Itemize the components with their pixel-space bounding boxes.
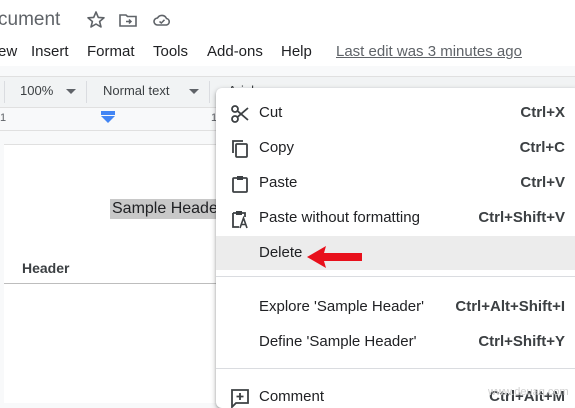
star-icon[interactable] — [86, 10, 106, 30]
zoom-caret-icon[interactable] — [66, 89, 76, 94]
document-title[interactable]: cument — [0, 9, 60, 31]
menu-item-label: Paste without formatting — [259, 209, 420, 226]
copy-icon — [232, 140, 248, 158]
watermark: www.deuaq.com — [488, 386, 569, 398]
menu-item-label: Cut — [259, 104, 283, 121]
menu-item-label: Explore 'Sample Header' — [259, 298, 424, 315]
menu-format[interactable]: Format — [87, 43, 135, 60]
style-select[interactable]: Normal text — [103, 83, 169, 98]
menu-item-label: Copy — [259, 139, 295, 156]
menu-item-shortcut: Ctrl+Shift+Y — [478, 333, 565, 350]
menu-item-shortcut: Ctrl+C — [519, 139, 565, 156]
last-edit-link[interactable]: Last edit was 3 minutes ago — [336, 43, 522, 60]
menu-item-shortcut: Ctrl+Shift+V — [478, 209, 565, 226]
menu-add-ons[interactable]: Add-ons — [207, 43, 263, 60]
toolbar-divider — [4, 81, 5, 103]
clipboard-icon — [232, 176, 248, 193]
menu-help[interactable]: Help — [281, 43, 312, 60]
indent-marker-icon[interactable] — [100, 110, 116, 124]
menu-tools[interactable]: Tools — [153, 43, 188, 60]
context-menu: Cut Ctrl+X Copy Ctrl+C Paste Ctrl+V Past… — [216, 88, 575, 408]
header-label: Header — [22, 260, 70, 276]
style-caret-icon[interactable] — [189, 89, 199, 94]
toolbar-divider — [86, 81, 87, 103]
menu-divider — [216, 368, 575, 369]
title-bar: cument — [0, 0, 575, 40]
toolbar-divider — [209, 81, 210, 103]
menu-item-define[interactable]: Define 'Sample Header' Ctrl+Shift+Y — [216, 325, 575, 359]
menu-item-paste-without-formatting[interactable]: Paste without formatting Ctrl+Shift+V — [216, 201, 575, 235]
menu-item-shortcut: Ctrl+Alt+Shift+I — [455, 298, 565, 315]
menu-insert[interactable]: Insert — [31, 43, 69, 60]
menu-divider — [216, 276, 575, 277]
add-comment-icon — [231, 389, 249, 408]
selected-text[interactable]: Sample Header — [110, 199, 226, 219]
menu-item-delete[interactable]: Delete — [216, 236, 575, 270]
menu-bar: ew Insert Format Tools Add-ons Help Last… — [0, 40, 575, 66]
red-arrow-annotation — [307, 246, 362, 268]
menu-item-label: Define 'Sample Header' — [259, 333, 417, 350]
menu-item-paste[interactable]: Paste Ctrl+V — [216, 166, 575, 200]
menu-item-explore[interactable]: Explore 'Sample Header' Ctrl+Alt+Shift+I — [216, 290, 575, 324]
paste-plain-icon — [232, 211, 248, 229]
menu-item-label: Paste — [259, 174, 298, 191]
move-to-folder-icon[interactable] — [118, 10, 138, 30]
menu-item-shortcut: Ctrl+X — [520, 104, 565, 121]
menu-item-label: Comment — [259, 388, 325, 405]
zoom-select[interactable]: 100% — [20, 83, 53, 98]
scissors-icon — [231, 105, 249, 123]
menu-item-shortcut: Ctrl+V — [520, 174, 565, 191]
ruler-number: 1 — [0, 112, 7, 124]
menu-view[interactable]: ew — [0, 43, 17, 60]
menu-item-cut[interactable]: Cut Ctrl+X — [216, 96, 575, 130]
menu-item-label: Delete — [259, 244, 303, 261]
menu-item-copy[interactable]: Copy Ctrl+C — [216, 131, 575, 165]
cloud-status-icon[interactable] — [152, 10, 172, 30]
